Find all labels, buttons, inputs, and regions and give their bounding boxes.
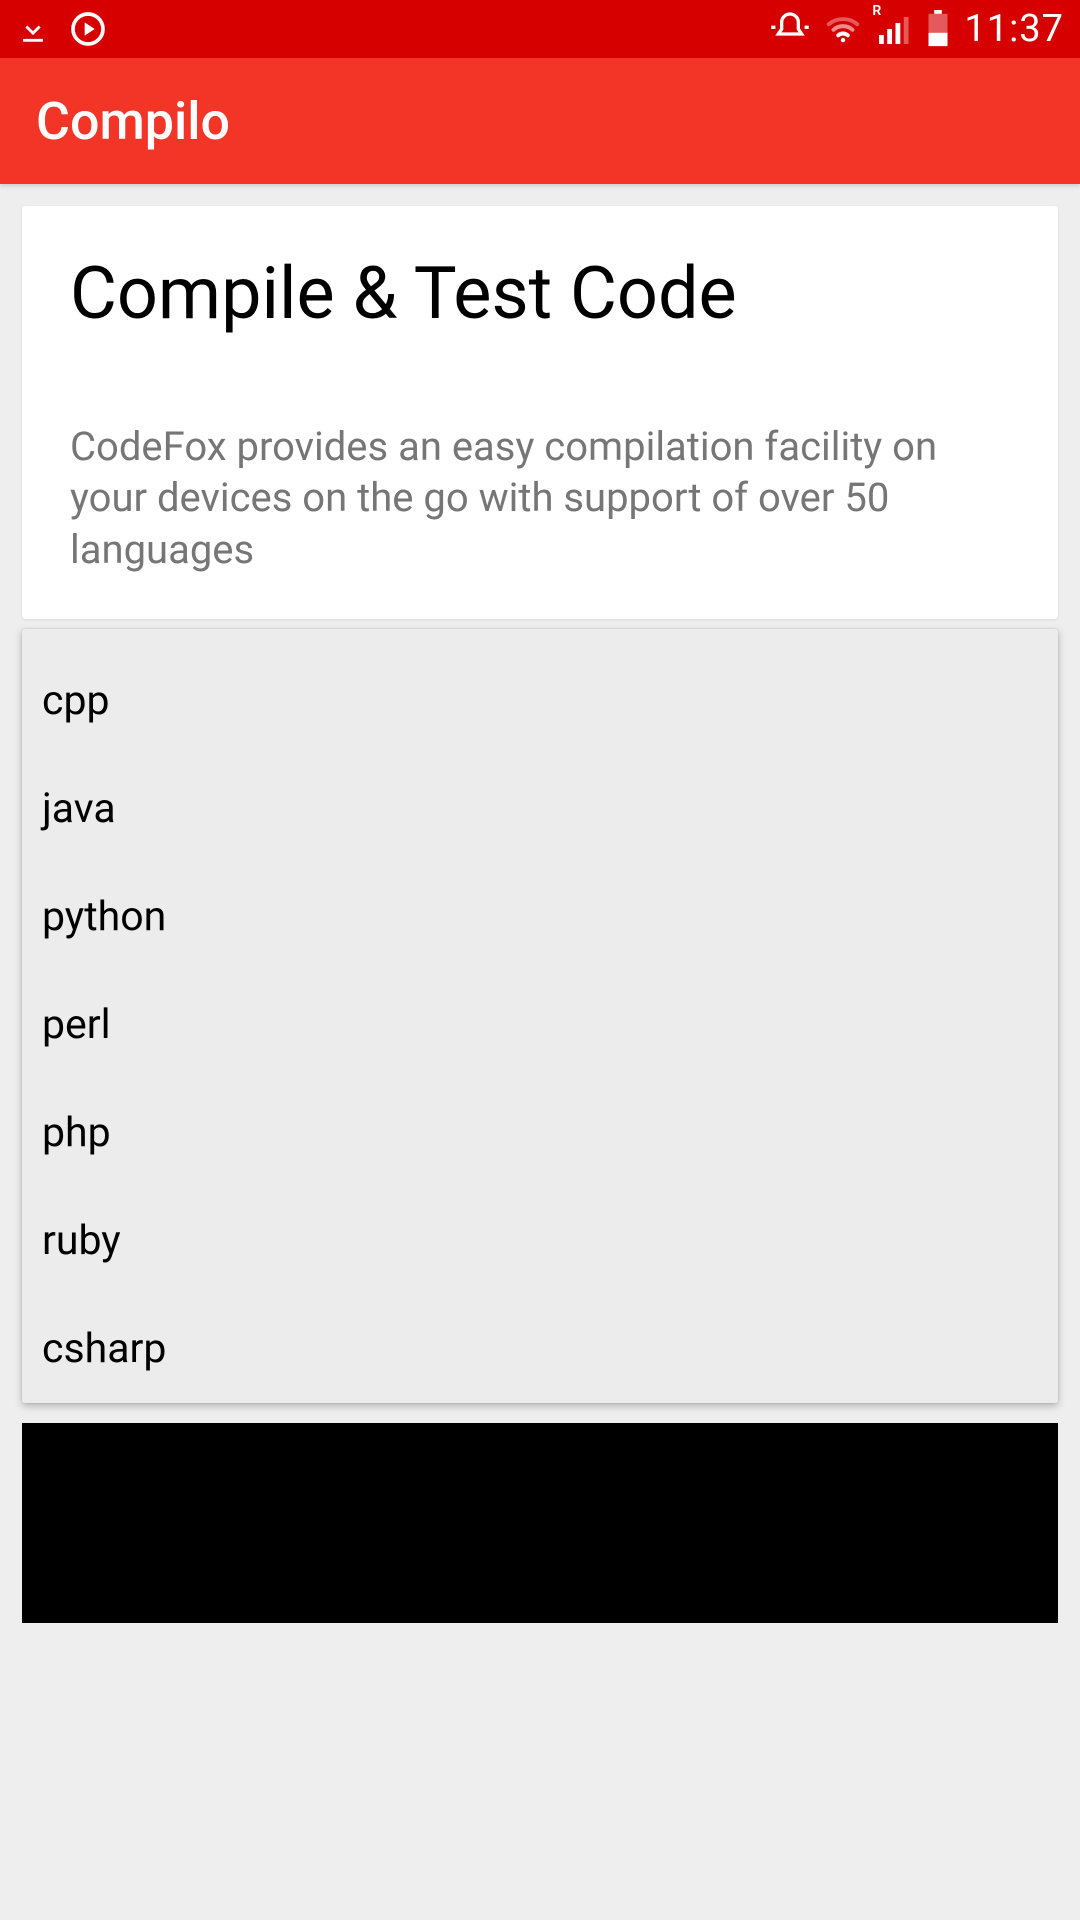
signal-roaming-label: R	[872, 3, 881, 19]
language-item-csharp[interactable]: csharp	[22, 1295, 1058, 1403]
language-item-ruby[interactable]: ruby	[22, 1187, 1058, 1295]
language-item-python[interactable]: python	[22, 863, 1058, 971]
bell-vibrate-icon	[770, 9, 810, 49]
language-dropdown[interactable]: cpp java python perl php ruby csharp	[22, 629, 1058, 1403]
info-card: Compile & Test Code CodeFox provides an …	[22, 206, 1058, 619]
language-item-php[interactable]: php	[22, 1079, 1058, 1187]
status-right: R 11:37	[770, 7, 1064, 51]
download-icon	[16, 12, 50, 46]
status-bar: R 11:37	[0, 0, 1080, 58]
language-item-java[interactable]: java	[22, 755, 1058, 863]
card-title: Compile & Test Code	[70, 254, 1010, 333]
wifi-icon	[824, 10, 862, 48]
content-area: Compile & Test Code CodeFox provides an …	[0, 184, 1080, 1425]
language-item-perl[interactable]: perl	[22, 971, 1058, 1079]
bottom-panel	[22, 1423, 1058, 1623]
app-bar: Compilo	[0, 58, 1080, 184]
status-left	[16, 9, 108, 49]
app-title: Compilo	[36, 91, 230, 152]
battery-icon	[926, 10, 950, 48]
play-circle-icon	[68, 9, 108, 49]
card-description: CodeFox provides an easy compilation fac…	[70, 421, 1010, 575]
signal-icon: R	[876, 11, 912, 47]
language-item-cpp[interactable]: cpp	[22, 647, 1058, 755]
status-time: 11:37	[964, 7, 1064, 51]
